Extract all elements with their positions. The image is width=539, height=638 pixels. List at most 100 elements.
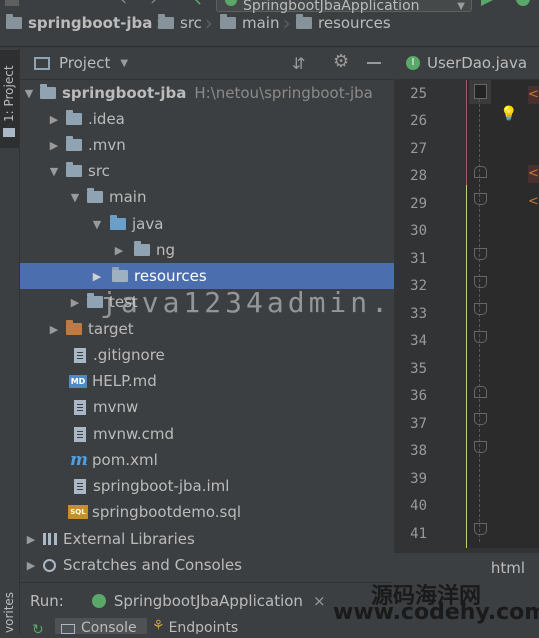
tree-node-sql[interactable]: SQL springbootdemo.sql bbox=[20, 499, 441, 525]
tree-node-help-md[interactable]: MD HELP.md bbox=[20, 368, 442, 394]
tree-node-idea[interactable]: ▶ .idea bbox=[20, 106, 420, 132]
collapsed-arrow-icon[interactable]: ▶ bbox=[24, 533, 38, 546]
breadcrumb-main-label: main bbox=[242, 14, 280, 32]
line-number: 27 bbox=[410, 141, 427, 157]
code-tag-fragment: < bbox=[528, 165, 539, 183]
project-tab-label: 1: Project bbox=[2, 65, 16, 122]
gear-icon[interactable]: ⚙ bbox=[333, 51, 349, 72]
close-icon[interactable]: × bbox=[313, 592, 326, 610]
tree-node-target[interactable]: ▶ target bbox=[20, 316, 420, 342]
tree-node-gitignore[interactable]: .gitignore bbox=[20, 342, 445, 368]
excluded-folder-icon bbox=[66, 320, 82, 335]
back-arrow-icon[interactable] bbox=[5, 0, 19, 6]
build-hammer-icon[interactable]: ↖ bbox=[188, 0, 203, 9]
fold-marker-icon[interactable] bbox=[474, 84, 487, 99]
tree-node-external-libraries[interactable]: ▶ External Libraries bbox=[20, 526, 397, 552]
line-number: 40 bbox=[410, 498, 427, 514]
tab-console[interactable]: Console bbox=[55, 618, 147, 634]
code-area[interactable] bbox=[467, 80, 539, 552]
console-icon bbox=[61, 624, 75, 634]
language-label[interactable]: html bbox=[491, 559, 525, 577]
tab-userdao-java[interactable]: I UserDao.java bbox=[394, 47, 527, 79]
collapsed-arrow-icon[interactable]: ▶ bbox=[47, 139, 61, 152]
tree-node-src[interactable]: ▼ src bbox=[20, 158, 420, 184]
rerun-icon[interactable]: ↻ bbox=[32, 622, 44, 638]
tree-node-main[interactable]: ▼ main bbox=[20, 184, 441, 210]
breadcrumb-src[interactable]: src › bbox=[158, 0, 213, 46]
tree-node-label: External Libraries bbox=[63, 530, 195, 548]
sql-file-icon: SQL bbox=[68, 505, 88, 519]
tree-node-path: H:\netou\springboot-jba bbox=[194, 84, 373, 102]
text-file-icon bbox=[74, 399, 86, 415]
fold-marker-icon[interactable] bbox=[474, 193, 487, 205]
line-number: 28 bbox=[410, 168, 427, 184]
favorites-tool-window-tab[interactable]: vorites bbox=[0, 592, 19, 634]
folder-icon bbox=[296, 14, 312, 29]
arrow-back-icon[interactable]: ‹ bbox=[120, 0, 127, 9]
code-tag-fragment: < bbox=[528, 194, 539, 209]
fold-marker-icon[interactable] bbox=[474, 386, 487, 398]
expanded-arrow-icon[interactable]: ▼ bbox=[90, 218, 104, 231]
hide-icon[interactable] bbox=[367, 62, 381, 64]
tree-node-mvnw[interactable]: mvnw bbox=[20, 394, 445, 420]
fold-marker-icon[interactable] bbox=[474, 331, 487, 343]
tree-node-mvnw-cmd[interactable]: mvnw.cmd bbox=[20, 421, 445, 447]
tree-node-label: resources bbox=[134, 267, 207, 285]
collapsed-arrow-icon[interactable]: ▶ bbox=[112, 244, 126, 257]
fold-marker-icon[interactable] bbox=[474, 303, 487, 315]
folder-icon bbox=[66, 136, 82, 151]
tab-endpoints[interactable]: ⚘ Endpoints bbox=[152, 618, 262, 634]
watermark-java: java1234admin.c bbox=[100, 286, 413, 319]
tree-node-root[interactable]: ▼ springboot-jba H:\netou\springboot-jba bbox=[20, 80, 395, 106]
project-view-icon bbox=[34, 56, 50, 70]
tree-node-label: .gitignore bbox=[93, 346, 165, 364]
debug-icon[interactable] bbox=[516, 0, 530, 6]
project-panel-title[interactable]: Project bbox=[59, 54, 110, 72]
fold-marker-icon[interactable] bbox=[474, 166, 487, 178]
tree-node-label: mvnw bbox=[93, 398, 139, 416]
scratches-icon bbox=[43, 558, 56, 572]
breadcrumb-src-label: src bbox=[180, 14, 202, 32]
expanded-arrow-icon[interactable]: ▼ bbox=[68, 191, 82, 204]
chevron-down-icon[interactable]: ▼ bbox=[120, 58, 128, 69]
library-icon bbox=[43, 533, 57, 545]
line-number: 29 bbox=[410, 196, 427, 212]
arrow-forward-icon[interactable]: › bbox=[150, 0, 157, 9]
line-number: 26 bbox=[410, 113, 427, 129]
expanded-arrow-icon[interactable]: ▼ bbox=[47, 165, 61, 178]
tree-node-pom-xml[interactable]: m pom.xml bbox=[20, 447, 443, 473]
tree-node-label: springboot-jba.iml bbox=[93, 477, 230, 495]
collapsed-arrow-icon[interactable]: ▶ bbox=[47, 323, 61, 336]
fold-marker-icon[interactable] bbox=[474, 441, 487, 453]
text-file-icon bbox=[74, 426, 86, 442]
tree-node-mvn[interactable]: ▶ .mvn bbox=[20, 132, 420, 158]
fold-marker-icon[interactable] bbox=[474, 276, 487, 288]
fold-marker-icon[interactable] bbox=[474, 248, 487, 260]
intention-bulb-icon[interactable]: 💡 bbox=[500, 106, 517, 122]
tab-userdao-label: UserDao.java bbox=[427, 54, 528, 72]
collapsed-arrow-icon[interactable]: ▶ bbox=[24, 559, 38, 572]
tree-node-scratches[interactable]: ▶ Scratches and Consoles bbox=[20, 552, 397, 578]
project-tool-window-tab[interactable]: 1: Project bbox=[0, 50, 19, 148]
fold-marker-icon[interactable] bbox=[474, 413, 487, 425]
line-number: 39 bbox=[410, 471, 427, 487]
line-number: 41 bbox=[410, 526, 427, 542]
run-icon[interactable] bbox=[481, 0, 495, 6]
tree-node-label: .mvn bbox=[88, 136, 126, 154]
tree-node-label: pom.xml bbox=[92, 451, 158, 469]
fold-marker-icon[interactable] bbox=[474, 523, 487, 535]
line-number: 34 bbox=[410, 333, 427, 349]
run-config-tab[interactable]: SpringbootJbaApplication bbox=[114, 592, 303, 610]
collapsed-arrow-icon[interactable]: ▶ bbox=[47, 113, 61, 126]
resources-folder-icon bbox=[112, 267, 128, 282]
line-number: 25 bbox=[410, 86, 427, 102]
collapsed-arrow-icon[interactable]: ▶ bbox=[68, 296, 82, 309]
folder-icon bbox=[220, 14, 236, 29]
run-configuration-select[interactable]: SpringbootJbaApplication ▼ bbox=[216, 0, 472, 14]
line-number: 32 bbox=[410, 278, 427, 294]
tree-node-iml[interactable]: springboot-jba.iml bbox=[20, 473, 445, 499]
expanded-arrow-icon[interactable]: ▼ bbox=[22, 87, 36, 100]
collapsed-arrow-icon[interactable]: ▶ bbox=[90, 270, 104, 283]
breadcrumb-project[interactable]: springboot-jba › bbox=[6, 0, 163, 46]
collapse-all-icon[interactable]: ⇵ bbox=[292, 54, 305, 73]
